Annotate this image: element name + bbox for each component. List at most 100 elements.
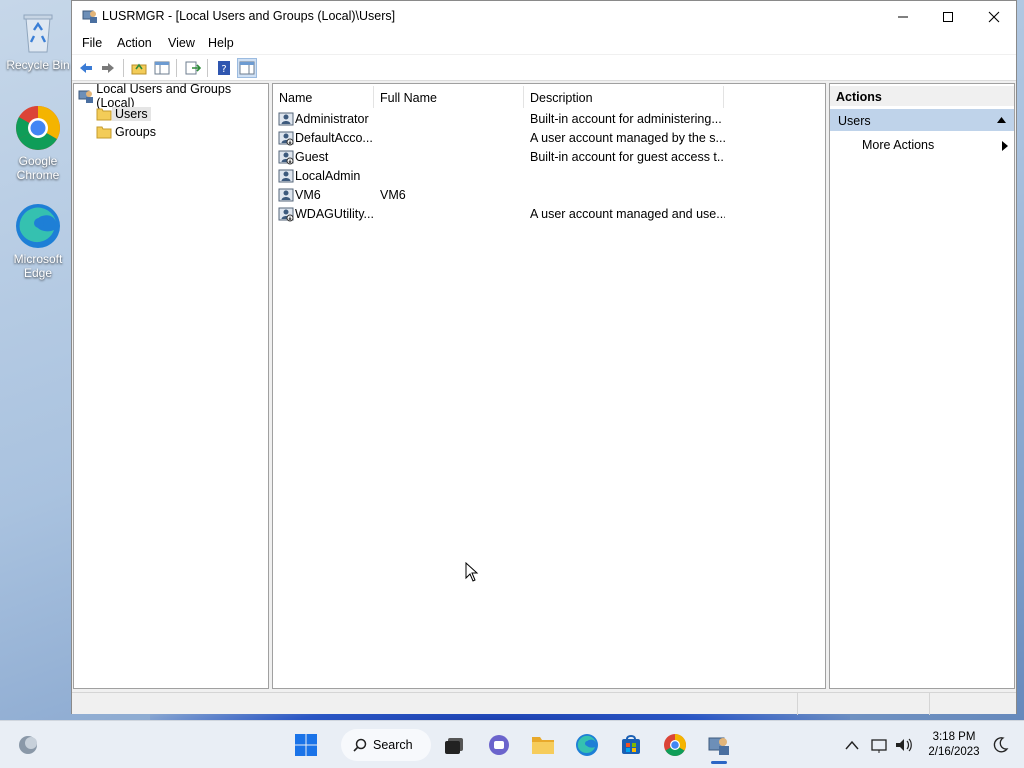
column-header-description[interactable]: Description xyxy=(524,86,724,108)
lusrmgr-window: LUSRMGR - [Local Users and Groups (Local… xyxy=(71,0,1017,715)
menu-file[interactable]: File xyxy=(82,36,102,50)
taskbar-search[interactable]: Search xyxy=(341,729,431,761)
clock-date: 2/16/2023 xyxy=(928,746,980,758)
desktop-icon-label: Recycle Bin xyxy=(6,58,70,72)
table-row[interactable]: Administrator Built-in account for admin… xyxy=(277,110,821,129)
menu-action[interactable]: Action xyxy=(117,36,152,50)
desktop-icon-label: Microsoft Edge xyxy=(13,252,63,280)
users-list-pane: Name Full Name Description Administrator… xyxy=(272,83,826,689)
tree-node-root[interactable]: Local Users and Groups (Local) xyxy=(78,82,268,110)
desktop-icon-label: Google Chrome xyxy=(16,154,60,182)
tree-node-users[interactable]: Users xyxy=(96,105,151,122)
window-title: LUSRMGR - [Local Users and Groups (Local… xyxy=(102,9,396,23)
actions-section-label: Users xyxy=(838,114,871,128)
console-tree-pane: Local Users and Groups (Local) Users Gro… xyxy=(73,82,269,689)
user-name: Guest xyxy=(295,150,329,164)
help-button[interactable]: ? xyxy=(214,58,234,78)
widgets-button[interactable] xyxy=(12,729,44,761)
desktop-icon-google-chrome[interactable]: Google Chrome xyxy=(4,104,72,182)
collapse-up-icon xyxy=(997,117,1006,123)
user-name: DefaultAcco... xyxy=(295,131,373,145)
status-cell xyxy=(797,693,929,715)
status-cell xyxy=(929,693,1017,715)
column-header-full-name[interactable]: Full Name xyxy=(374,86,524,108)
user-account-disabled-icon xyxy=(278,150,294,165)
network-icon xyxy=(871,739,887,753)
show-hide-console-tree-button[interactable] xyxy=(152,58,172,78)
desktop-icon-recycle-bin[interactable]: Recycle Bin xyxy=(4,8,72,72)
export-list-button[interactable] xyxy=(183,58,203,78)
chat-icon xyxy=(489,735,509,755)
column-header-name[interactable]: Name xyxy=(273,86,374,108)
user-account-icon xyxy=(278,169,294,183)
table-row[interactable]: DefaultAcco... A user account managed by… xyxy=(277,129,821,148)
task-view-icon xyxy=(445,738,463,754)
clock-time: 3:18 PM xyxy=(932,731,976,743)
search-label: Search xyxy=(373,738,413,752)
menu-view[interactable]: View xyxy=(168,36,195,50)
table-row[interactable]: Guest Built-in account for guest access … xyxy=(277,148,821,167)
chrome-taskbar-button[interactable] xyxy=(659,729,691,761)
chrome-icon xyxy=(664,734,686,756)
edge-taskbar-button[interactable] xyxy=(571,729,603,761)
user-account-disabled-icon xyxy=(278,131,294,146)
user-account-icon xyxy=(278,112,294,126)
actions-pane: Actions Users More Actions xyxy=(829,83,1015,689)
action-pane-icon xyxy=(239,61,255,75)
edge-icon xyxy=(14,202,62,250)
user-description: A user account managed and use... xyxy=(530,207,725,221)
action-more-actions[interactable]: More Actions xyxy=(862,138,934,152)
store-taskbar-button[interactable] xyxy=(615,729,647,761)
console-tree-icon xyxy=(154,61,170,75)
teams-chat-button[interactable] xyxy=(483,729,515,761)
folder-up-icon xyxy=(131,63,147,75)
actions-section-users[interactable]: Users xyxy=(830,109,1014,131)
title-bar[interactable]: LUSRMGR - [Local Users and Groups (Local… xyxy=(72,1,1016,32)
minimize-button[interactable] xyxy=(880,1,926,32)
taskbar: Search 3:18 PM 2/16/2023 xyxy=(0,720,1024,768)
taskbar-clock[interactable]: 3:18 PM 2/16/2023 xyxy=(922,730,986,760)
show-hide-action-pane-button[interactable] xyxy=(237,58,257,78)
tree-node-label: Groups xyxy=(115,124,156,139)
moon-icon xyxy=(993,737,1009,753)
maximize-button[interactable] xyxy=(925,1,971,32)
user-name: Administrator xyxy=(295,112,369,126)
forward-button[interactable] xyxy=(98,58,118,78)
back-button[interactable] xyxy=(76,58,96,78)
table-row[interactable]: VM6 VM6 xyxy=(277,186,821,205)
file-explorer-button[interactable] xyxy=(527,729,559,761)
menu-help[interactable]: Help xyxy=(208,36,234,50)
start-button[interactable] xyxy=(290,729,322,761)
search-icon xyxy=(353,738,367,752)
users-app-icon xyxy=(82,8,98,24)
user-full-name: VM6 xyxy=(380,188,406,202)
export-list-icon xyxy=(185,61,201,75)
edge-icon xyxy=(576,734,598,756)
tree-node-groups[interactable]: Groups xyxy=(96,123,159,140)
user-description: Built-in account for guest access t... xyxy=(530,150,725,164)
actions-header: Actions xyxy=(830,86,1014,106)
user-name: WDAGUtility... xyxy=(295,207,374,221)
lusrmgr-taskbar-button[interactable] xyxy=(703,729,735,761)
table-row[interactable]: WDAGUtility... A user account managed an… xyxy=(277,205,821,224)
toolbar: ? xyxy=(72,55,1016,81)
focus-assist-button[interactable] xyxy=(984,729,1016,761)
submenu-arrow-icon xyxy=(1002,141,1008,151)
user-account-disabled-icon xyxy=(278,207,294,222)
volume-button[interactable] xyxy=(888,729,920,761)
user-account-icon xyxy=(278,188,294,202)
close-button[interactable] xyxy=(971,1,1017,32)
up-one-level-button[interactable] xyxy=(129,58,149,78)
local-users-groups-icon xyxy=(78,90,93,103)
desktop-icon-microsoft-edge[interactable]: Microsoft Edge xyxy=(4,202,72,280)
back-arrow-icon xyxy=(80,63,92,73)
folder-icon xyxy=(96,126,112,138)
user-description: A user account managed by the s... xyxy=(530,131,725,145)
table-row[interactable]: LocalAdmin xyxy=(277,167,821,186)
user-name: LocalAdmin xyxy=(295,169,361,183)
task-view-button[interactable] xyxy=(438,729,470,761)
mouse-pointer-icon xyxy=(465,562,479,582)
action-label: More Actions xyxy=(862,138,935,152)
chevron-up-icon xyxy=(845,740,859,750)
toolbar-separator xyxy=(176,59,177,77)
